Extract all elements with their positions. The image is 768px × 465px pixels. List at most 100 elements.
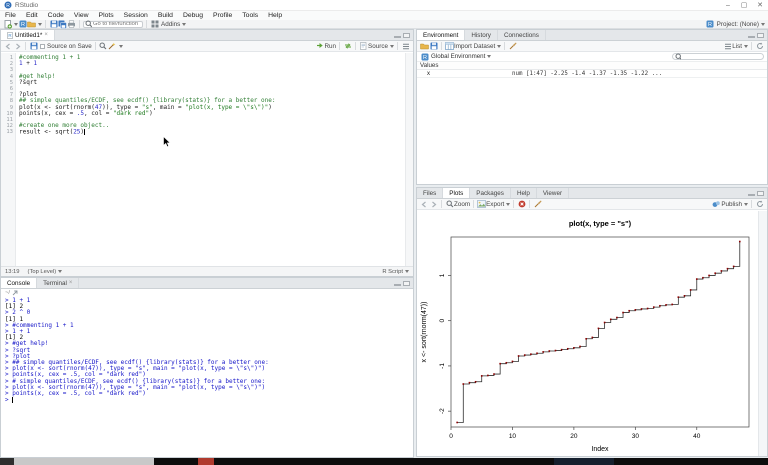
- previous-plot-icon[interactable]: [420, 200, 429, 209]
- refresh-icon[interactable]: [755, 42, 764, 51]
- save-icon[interactable]: [29, 42, 38, 51]
- pane-maximize-icon[interactable]: [757, 33, 764, 38]
- minimize-button[interactable]: –: [720, 2, 736, 9]
- open-wd-icon[interactable]: [12, 290, 18, 296]
- menu-session[interactable]: Session: [119, 11, 153, 20]
- source-doc-icon: [359, 42, 368, 51]
- file-type-selector[interactable]: R Script: [382, 269, 403, 275]
- console-pane: ConsoleTerminal× ~/ > 1 + 1[1] 2> 2 ^ 0[…: [0, 277, 414, 458]
- rerun-icon[interactable]: [343, 42, 352, 51]
- tab-environment[interactable]: Environment: [417, 30, 465, 40]
- plots-scrollbar[interactable]: [758, 211, 767, 456]
- menu-tools[interactable]: Tools: [237, 11, 263, 20]
- svg-text:R: R: [423, 55, 427, 61]
- source-on-save-checkbox[interactable]: [40, 44, 45, 49]
- clear-workspace-broom-icon[interactable]: [508, 42, 517, 51]
- close-tab-icon[interactable]: ×: [44, 32, 48, 38]
- tab-files[interactable]: Files: [417, 188, 443, 198]
- scope-selector[interactable]: (Top Level): [28, 269, 57, 275]
- publish-button[interactable]: Publish: [721, 201, 742, 208]
- export-button[interactable]: Export: [486, 201, 504, 208]
- pane-minimize-icon[interactable]: [394, 36, 401, 38]
- environment-scope-selector[interactable]: Global Environment: [431, 53, 485, 60]
- tab-help[interactable]: Help: [511, 188, 537, 198]
- tab-connections[interactable]: Connections: [498, 30, 546, 40]
- menu-help[interactable]: Help: [263, 11, 287, 20]
- tab-packages[interactable]: Packages: [470, 188, 511, 198]
- tab-history[interactable]: History: [465, 30, 498, 40]
- open-folder-icon[interactable]: [27, 20, 36, 29]
- taskbar-segment: [614, 458, 768, 465]
- environment-row[interactable]: xnum [1:47] -2.25 -1.4 -1.37 -1.35 -1.22…: [417, 70, 767, 78]
- load-workspace-icon[interactable]: [420, 42, 429, 51]
- maximize-button[interactable]: ▢: [736, 1, 752, 9]
- svg-text:-1: -1: [439, 363, 446, 369]
- taskbar-segment: [0, 458, 14, 465]
- main-toolbar: R Addins R Project: (None): [0, 20, 768, 29]
- import-dataset-button[interactable]: Import Dataset: [454, 43, 495, 50]
- clear-plots-broom-icon[interactable]: [533, 200, 542, 209]
- code-line: result <- sqrt(25): [19, 129, 405, 136]
- tab-console[interactable]: Console: [1, 278, 37, 288]
- source-tabstrip: R Untitled1* ×: [1, 30, 413, 41]
- tab-plots[interactable]: Plots: [443, 188, 470, 198]
- print-icon[interactable]: [67, 20, 76, 29]
- line-number-gutter: 12345678910111213: [1, 53, 16, 266]
- environment-search-input[interactable]: [672, 53, 764, 60]
- next-plot-icon[interactable]: [429, 200, 438, 209]
- menu-plots[interactable]: Plots: [94, 11, 119, 20]
- pane-minimize-icon[interactable]: [748, 36, 755, 38]
- forward-icon[interactable]: [13, 42, 22, 51]
- console-output[interactable]: > 1 + 1[1] 2> 2 ^ 0[1] 1> #commenting 1 …: [1, 297, 413, 404]
- addins-button[interactable]: Addins: [161, 21, 180, 28]
- tab-terminal[interactable]: Terminal×: [37, 278, 79, 288]
- find-icon[interactable]: [99, 42, 108, 51]
- window-title: RStudio: [15, 2, 38, 9]
- remove-plot-icon[interactable]: [517, 200, 526, 209]
- plots-pane: FilesPlotsPackagesHelpViewer Zoom Export…: [416, 187, 768, 457]
- code-editor[interactable]: 12345678910111213 #commenting 1 + 11 + 1…: [1, 53, 405, 266]
- addins-grid-icon[interactable]: [150, 20, 159, 29]
- taskbar-segment: [154, 458, 198, 465]
- menu-debug[interactable]: Debug: [178, 11, 208, 20]
- app-icon: R: [3, 1, 12, 10]
- export-icon: [477, 200, 486, 209]
- save-workspace-icon[interactable]: [429, 42, 438, 51]
- taskbar-segment: [554, 458, 614, 465]
- pane-maximize-icon[interactable]: [403, 33, 410, 38]
- tab-viewer[interactable]: Viewer: [537, 188, 569, 198]
- save-icon[interactable]: [49, 20, 58, 29]
- back-icon[interactable]: [4, 42, 13, 51]
- run-button[interactable]: Run: [324, 43, 336, 50]
- console-cursor: [12, 397, 13, 403]
- refresh-icon[interactable]: [755, 200, 764, 209]
- menu-profile[interactable]: Profile: [208, 11, 237, 20]
- source-button[interactable]: Source: [368, 43, 388, 50]
- values-section-header: Values: [417, 62, 767, 70]
- outline-icon[interactable]: [401, 42, 410, 51]
- close-button[interactable]: ✕: [752, 1, 768, 9]
- menu-bar: FileEditCodeViewPlotsSessionBuildDebugPr…: [0, 11, 768, 20]
- svg-text:Index: Index: [591, 446, 609, 453]
- tab-untitled1[interactable]: R Untitled1* ×: [1, 30, 55, 40]
- goto-file-input[interactable]: [83, 21, 143, 28]
- save-all-icon[interactable]: [58, 20, 67, 29]
- code-lines: #commenting 1 + 11 + 1 #get help!?sqrt ?…: [16, 53, 405, 266]
- zoom-plot-button[interactable]: Zoom: [454, 201, 470, 208]
- editor-scrollbar[interactable]: [405, 53, 413, 266]
- project-selector[interactable]: Project: (None): [717, 21, 759, 28]
- pane-minimize-icon[interactable]: [748, 194, 755, 196]
- code-tools-icon[interactable]: [108, 42, 117, 51]
- svg-text:0: 0: [439, 319, 446, 323]
- cursor-position: 13:19: [5, 269, 20, 275]
- pane-maximize-icon[interactable]: [403, 281, 410, 286]
- plots-tabstrip: FilesPlotsPackagesHelpViewer: [417, 188, 767, 199]
- pane-minimize-icon[interactable]: [394, 284, 401, 286]
- new-file-icon[interactable]: [3, 20, 12, 29]
- new-project-icon[interactable]: R: [18, 20, 27, 29]
- editor-statusbar: 13:19 (Top Level) R Script: [1, 266, 413, 276]
- list-view-button[interactable]: List: [732, 43, 742, 50]
- pane-maximize-icon[interactable]: [757, 191, 764, 196]
- close-tab-icon[interactable]: ×: [69, 280, 73, 286]
- svg-text:R: R: [708, 22, 712, 28]
